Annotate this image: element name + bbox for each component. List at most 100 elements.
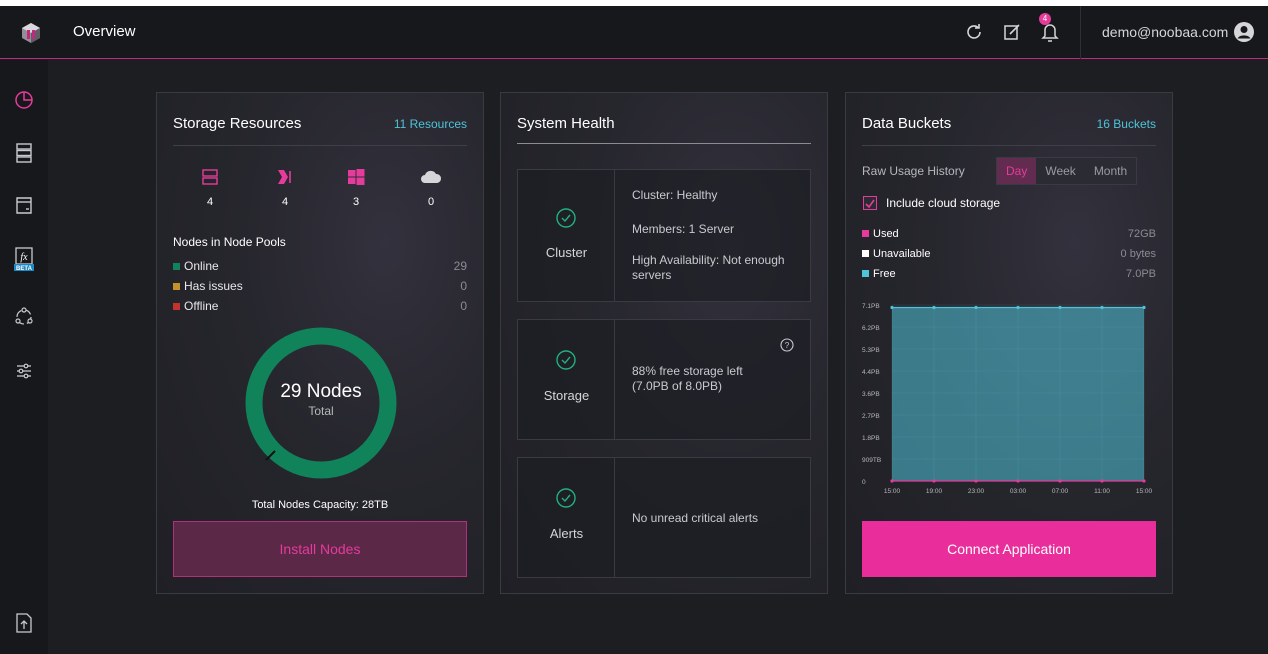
legend-value: 7.0PB [1126, 268, 1156, 280]
x-tick-label: 15:00 [1136, 488, 1153, 495]
windows-icon [348, 169, 365, 185]
free-data-point [932, 305, 936, 310]
health-card-left: Storage [518, 320, 615, 439]
fx-icon: fx BETA [14, 247, 34, 272]
cloud-icon [421, 170, 442, 183]
resource-count: 3 [352, 196, 360, 208]
resource-server[interactable]: 4 [195, 169, 225, 208]
data-buckets-panel: Data Buckets 16 Buckets Raw Usage Histor… [845, 92, 1173, 594]
y-tick-label: 0 [862, 479, 866, 486]
legend-free: Free 7.0PB [862, 268, 1156, 280]
notification-badge: 4 [1039, 13, 1051, 25]
check-circle-icon [556, 488, 576, 508]
health-card-left: Alerts [518, 458, 615, 577]
resource-count: 4 [281, 196, 289, 208]
sidebar-item-overview[interactable] [9, 85, 39, 115]
y-tick-label: 2.7PB [862, 413, 880, 420]
health-label: Cluster [545, 245, 588, 260]
used-data-point [1058, 479, 1062, 483]
health-card-cluster: Cluster Cluster: Healthy Members: 1 Serv… [517, 169, 811, 302]
cluster-members-text: Members: 1 Server [632, 222, 735, 236]
app-window: Overview 4 demo@noobaa.com fx BETA Stora… [0, 6, 1268, 654]
used-data-point [974, 479, 978, 483]
resource-cloud[interactable]: 0 [416, 169, 446, 208]
tab-month[interactable]: Month [1084, 158, 1137, 184]
used-data-point [932, 479, 936, 483]
raw-usage-label: Raw Usage History [862, 164, 965, 178]
buckets-link[interactable]: 16 Buckets [1097, 117, 1156, 131]
tab-week[interactable]: Week [1036, 158, 1085, 184]
free-data-point [1100, 305, 1104, 310]
used-data-point [1142, 479, 1146, 483]
y-tick-label: 3.6PB [862, 391, 880, 398]
health-card-left: Cluster [518, 170, 615, 301]
legend-label: Online [184, 259, 219, 273]
donut-total-nodes: 29 Nodes [280, 381, 362, 402]
legend-value: 0 [460, 279, 467, 293]
legend-value: 0 bytes [1120, 248, 1156, 260]
resource-windows[interactable]: 3 [341, 169, 371, 208]
resource-storage-node[interactable]: 4 [270, 169, 300, 208]
refresh-icon[interactable] [962, 20, 986, 44]
free-data-point [1016, 305, 1020, 310]
install-nodes-button[interactable]: Install Nodes [173, 521, 467, 577]
noobaa-logo[interactable] [0, 6, 61, 59]
svg-text:fx: fx [20, 252, 28, 263]
panel-divider [517, 143, 811, 144]
resource-count: 4 [206, 196, 214, 208]
used-data-point [1016, 479, 1020, 483]
used-data-point [890, 479, 894, 483]
legend-swatch [862, 230, 869, 237]
checkmark-icon [865, 199, 875, 209]
donut-total-label: Total [308, 404, 334, 418]
sidebar-item-functions[interactable]: fx BETA [9, 245, 39, 275]
sidebar: fx BETA [0, 60, 48, 654]
legend-value: 72GB [1127, 228, 1156, 240]
legend-offline: Offline 0 [173, 299, 467, 313]
bucket-icon [16, 197, 32, 214]
legend-label: Free [873, 268, 896, 280]
cluster-ha-text: High Availability: Not enough servers [632, 253, 785, 282]
help-icon[interactable]: ? [780, 338, 794, 352]
include-cloud-checkbox[interactable] [863, 196, 877, 210]
storage-resources-panel: Storage Resources 11 Resources 4 4 3 0 N… [156, 92, 484, 594]
user-avatar-icon[interactable] [1232, 20, 1256, 44]
legend-swatch [173, 303, 180, 310]
tab-day[interactable]: Day [997, 158, 1037, 184]
free-data-point [974, 305, 978, 310]
include-cloud-label[interactable]: Include cloud storage [886, 196, 1000, 210]
sliders-icon [17, 363, 31, 379]
sidebar-item-upload[interactable] [9, 608, 39, 638]
storage-free-text: 88% free storage left (7.0PB of 8.0PB) [632, 364, 743, 393]
top-bar: Overview 4 demo@noobaa.com [0, 6, 1268, 59]
sidebar-item-buckets[interactable] [9, 190, 39, 220]
legend-label: Has issues [184, 279, 243, 293]
legend-value: 0 [460, 299, 467, 313]
y-tick-label: 6.2PB [862, 325, 880, 332]
legend-label: Used [873, 228, 899, 240]
legend-swatch [862, 250, 869, 257]
x-tick-label: 11:00 [1094, 488, 1110, 495]
legend-has-issues: Has issues 0 [173, 279, 467, 293]
donut-center: 29 Nodes Total [243, 381, 399, 418]
health-card-storage: Storage ? 88% free storage left (7.0PB o… [517, 319, 811, 440]
user-email[interactable]: demo@noobaa.com [1102, 24, 1228, 40]
storage-node-icon [278, 170, 291, 184]
sidebar-item-resources[interactable] [9, 138, 39, 168]
system-health-title: System Health [517, 115, 615, 132]
free-data-point [890, 305, 894, 310]
sidebar-item-cluster[interactable] [9, 302, 39, 332]
resources-link[interactable]: 11 Resources [394, 117, 467, 131]
usage-history-chart: 0 909TB 1.8PB 2.7PB 3.6PB 4.4PB 5.3PB 6.2PB 7.1P… [862, 303, 1153, 495]
edit-icon[interactable] [1000, 20, 1024, 44]
legend-value: 29 [453, 259, 467, 273]
page-title: Overview [73, 23, 136, 40]
used-data-point [1100, 479, 1104, 483]
connect-application-button[interactable]: Connect Application [862, 521, 1156, 577]
nodes-donut-chart: 29 Nodes Total [243, 325, 399, 481]
x-tick-label: 07:00 [1052, 488, 1069, 495]
cluster-icon [15, 307, 33, 325]
free-data-point [1142, 305, 1146, 310]
storage-resources-title: Storage Resources [173, 115, 302, 132]
sidebar-item-management[interactable] [9, 356, 39, 386]
